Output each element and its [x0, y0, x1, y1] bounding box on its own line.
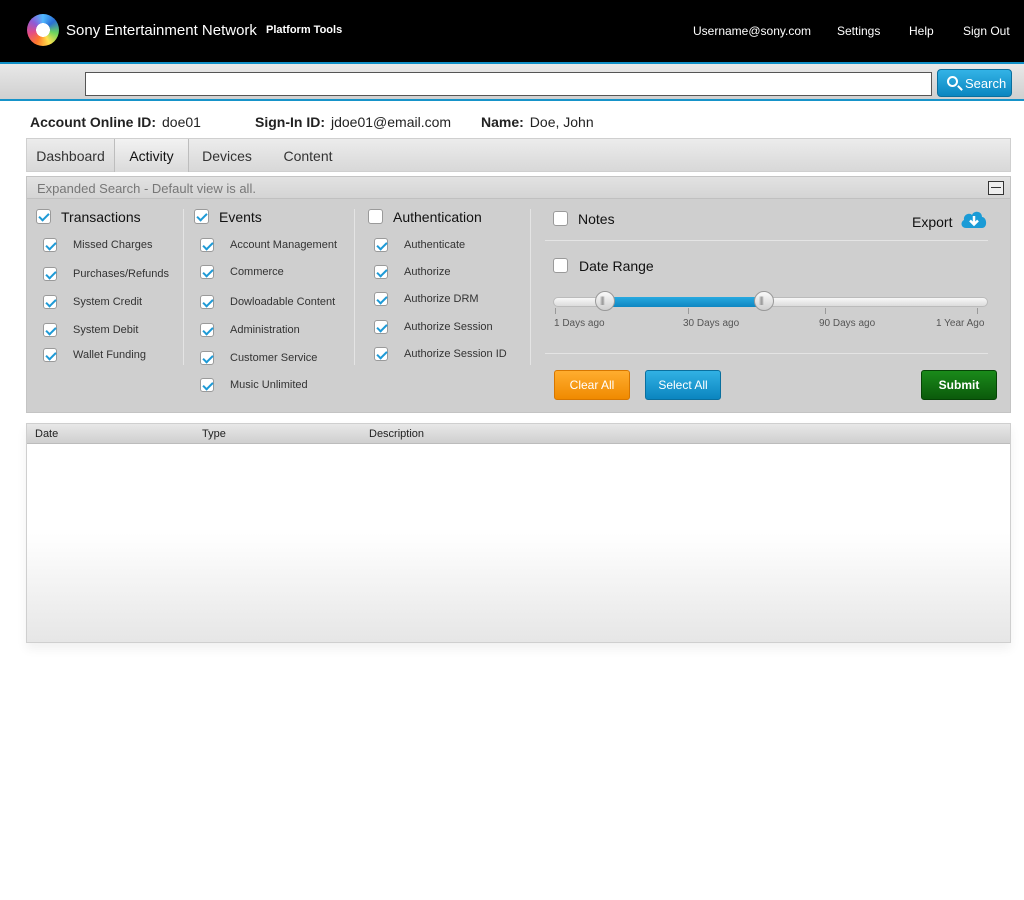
submit-button[interactable]: Submit [921, 370, 997, 400]
date-range-start-handle[interactable] [595, 291, 615, 311]
column-header-type[interactable]: Type [202, 428, 226, 440]
collapse-icon[interactable] [988, 181, 1004, 195]
authenticate-label: Authenticate [404, 239, 466, 251]
missed-charges-checkbox[interactable] [43, 238, 57, 252]
panel-header: Expanded Search - Default view is all. [27, 177, 1010, 199]
column-divider [530, 209, 531, 365]
slider-tick [688, 308, 689, 314]
music-unlimited-label: Music Unlimited [230, 379, 308, 391]
brand-name[interactable]: Sony Entertainment Network [66, 22, 257, 39]
account-online-id-value: doe01 [162, 114, 201, 130]
authenticate-checkbox[interactable] [374, 238, 388, 252]
sign-in-id: Sign-In ID: jdoe01@email.com [255, 114, 451, 130]
column-divider [354, 209, 355, 365]
account-management-checkbox[interactable] [200, 238, 214, 252]
sony-logo-icon[interactable] [27, 14, 59, 46]
tick-label-90-days: 90 Days ago [819, 318, 876, 329]
authorize-session-id-checkbox[interactable] [374, 347, 388, 361]
panel-title: Expanded Search - Default view is all. [37, 181, 256, 196]
administration-checkbox[interactable] [200, 323, 214, 337]
column-header-description[interactable]: Description [369, 428, 424, 440]
sign-in-id-label: Sign-In ID: [255, 114, 325, 130]
account-online-id-label: Account Online ID: [30, 114, 156, 130]
date-range-end-handle[interactable] [754, 291, 774, 311]
tick-label-30-days: 30 Days ago [683, 318, 740, 329]
search-input[interactable] [85, 72, 932, 96]
authentication-checkbox[interactable] [368, 209, 383, 224]
events-label: Events [219, 209, 262, 225]
authorize-checkbox[interactable] [374, 265, 388, 279]
tab-dashboard[interactable]: Dashboard [27, 139, 114, 172]
purchases-refunds-label: Purchases/Refunds [73, 268, 169, 280]
date-range-slider-fill [606, 297, 766, 307]
system-debit-checkbox[interactable] [43, 323, 57, 337]
authorize-label: Authorize [404, 266, 451, 278]
transactions-checkbox[interactable] [36, 209, 51, 224]
administration-label: Administration [230, 324, 300, 336]
system-credit-checkbox[interactable] [43, 295, 57, 309]
date-range-divider [545, 353, 988, 354]
search-icon [947, 76, 958, 87]
slider-tick [825, 308, 826, 314]
authorize-session-label: Authorize Session [404, 321, 493, 333]
column-header-date[interactable]: Date [35, 428, 58, 440]
authentication-label: Authentication [393, 209, 482, 225]
events-checkbox[interactable] [194, 209, 209, 224]
slider-tick [555, 308, 556, 314]
wallet-funding-checkbox[interactable] [43, 348, 57, 362]
cloud-download-icon[interactable] [960, 209, 988, 229]
platform-tools-link[interactable]: Platform Tools [266, 24, 342, 36]
account-name-label: Name: [481, 114, 524, 130]
select-all-button[interactable]: Select All [645, 370, 721, 400]
customer-service-label: Customer Service [230, 352, 318, 364]
wallet-funding-label: Wallet Funding [73, 349, 146, 361]
settings-link[interactable]: Settings [837, 24, 880, 38]
authorize-drm-label: Authorize DRM [404, 293, 479, 305]
transactions-label: Transactions [61, 209, 141, 225]
notes-label: Notes [578, 211, 615, 227]
authorize-session-checkbox[interactable] [374, 320, 388, 334]
results-table: Date Type Description [26, 423, 1011, 643]
account-name: Name: Doe, John [481, 114, 594, 130]
account-management-label: Account Management [230, 239, 338, 251]
username-link[interactable]: Username@sony.com [693, 24, 811, 38]
column-divider [183, 209, 184, 365]
commerce-checkbox[interactable] [200, 265, 214, 279]
system-debit-label: System Debit [73, 324, 139, 336]
sign-out-link[interactable]: Sign Out [963, 24, 1010, 38]
downloadable-content-checkbox[interactable] [200, 295, 214, 309]
downloadable-content-label: Dowloadable Content [230, 296, 336, 308]
notes-divider [545, 240, 988, 241]
expanded-search-panel: Expanded Search - Default view is all. T… [26, 176, 1011, 413]
tab-activity[interactable]: Activity [114, 139, 189, 172]
music-unlimited-checkbox[interactable] [200, 378, 214, 392]
tab-bar: Dashboard Activity Devices Content [26, 138, 1011, 172]
account-name-value: Doe, John [529, 114, 594, 130]
system-credit-label: System Credit [73, 296, 143, 308]
date-range-checkbox[interactable] [553, 258, 568, 273]
authorize-drm-checkbox[interactable] [374, 292, 388, 306]
search-button[interactable]: Search [937, 69, 1012, 97]
tab-content[interactable]: Content [265, 139, 351, 172]
date-range-label: Date Range [579, 258, 654, 274]
clear-all-button[interactable]: Clear All [554, 370, 630, 400]
top-bar: Sony Entertainment Network Platform Tool… [0, 0, 1024, 62]
tick-label-1-day: 1 Days ago [554, 318, 605, 329]
notes-checkbox[interactable] [553, 211, 568, 226]
sign-in-id-value: jdoe01@email.com [331, 114, 452, 130]
authorize-session-id-label: Authorize Session ID [404, 348, 507, 360]
purchases-refunds-checkbox[interactable] [43, 267, 57, 281]
search-bar: Search [0, 62, 1024, 101]
tick-label-1-year: 1 Year Ago [936, 318, 985, 329]
account-online-id: Account Online ID: doe01 [30, 114, 201, 130]
search-button-label: Search [965, 76, 1007, 91]
customer-service-checkbox[interactable] [200, 351, 214, 365]
slider-tick [977, 308, 978, 314]
missed-charges-label: Missed Charges [73, 239, 153, 251]
export-button-label[interactable]: Export [912, 214, 952, 230]
help-link[interactable]: Help [909, 24, 934, 38]
tab-devices[interactable]: Devices [189, 139, 265, 172]
commerce-label: Commerce [230, 266, 284, 278]
results-table-header: Date Type Description [27, 424, 1010, 444]
